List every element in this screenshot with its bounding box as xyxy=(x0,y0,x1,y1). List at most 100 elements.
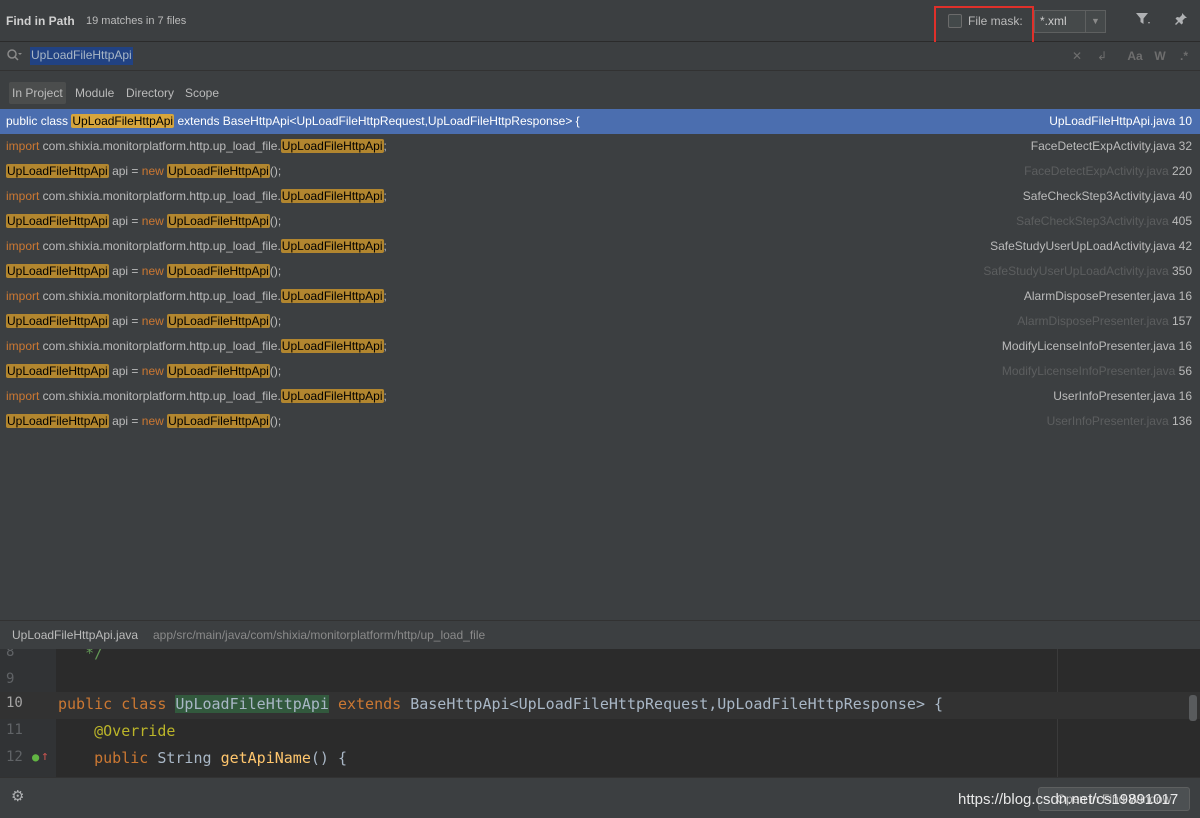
scrollbar-thumb[interactable] xyxy=(1189,695,1197,721)
code-prefix: com.shixia.monitorplatform.http.up_load_… xyxy=(39,289,281,303)
tab-directory[interactable]: Directory xyxy=(123,82,177,104)
code-text-part: BaseHttpApi<UpLoadFileHttpRequest,UpLoad… xyxy=(401,695,944,713)
result-file-name: SafeStudyUserUpLoadActivity.java xyxy=(983,264,1169,278)
tab-in-project[interactable]: In Project xyxy=(9,82,66,104)
result-code: import com.shixia.monitorplatform.http.u… xyxy=(6,189,387,203)
result-code: UpLoadFileHttpApi api = new UpLoadFileHt… xyxy=(6,164,281,178)
result-file-name: UserInfoPresenter.java xyxy=(1046,414,1169,428)
result-row[interactable]: import com.shixia.monitorplatform.http.u… xyxy=(0,234,1200,259)
match-case-toggle[interactable]: Aa xyxy=(1126,48,1144,64)
code-suffix: (); xyxy=(269,164,282,178)
result-code: UpLoadFileHttpApi api = new UpLoadFileHt… xyxy=(6,364,281,378)
results-list: public class UpLoadFileHttpApi extends B… xyxy=(0,109,1200,619)
result-row[interactable]: UpLoadFileHttpApi api = new UpLoadFileHt… xyxy=(0,209,1200,234)
result-row[interactable]: UpLoadFileHttpApi api = new UpLoadFileHt… xyxy=(0,359,1200,384)
result-line-number: 56 xyxy=(1178,364,1192,378)
code-prefix: com.shixia.monitorplatform.http.up_load_… xyxy=(39,389,281,403)
clear-icon[interactable]: ✕ xyxy=(1069,48,1085,64)
match-highlight: UpLoadFileHttpApi xyxy=(280,289,384,303)
line-number: 10 xyxy=(6,695,23,711)
result-code: import com.shixia.monitorplatform.http.u… xyxy=(6,389,387,403)
code-text-part xyxy=(58,749,94,767)
match-highlight: UpLoadFileHttpApi xyxy=(167,364,270,378)
result-row[interactable]: import com.shixia.monitorplatform.http.u… xyxy=(0,184,1200,209)
file-mask-value[interactable]: *.xml xyxy=(1040,14,1067,28)
preview-header: UpLoadFileHttpApi.java app/src/main/java… xyxy=(0,620,1200,649)
pin-icon[interactable] xyxy=(1171,12,1191,30)
code-prefix: com.shixia.monitorplatform.http.up_load_… xyxy=(39,189,281,203)
code-middle: api = xyxy=(108,264,142,278)
keyword-import: import xyxy=(6,189,40,203)
result-location: SafeCheckStep3Activity.java 40 xyxy=(1023,189,1192,203)
result-code: UpLoadFileHttpApi api = new UpLoadFileHt… xyxy=(6,214,281,228)
keyword-new: new xyxy=(141,214,164,228)
code-suffix: (); xyxy=(269,264,282,278)
code-suffix: ; xyxy=(383,289,387,303)
tab-module[interactable]: Module xyxy=(72,82,117,104)
match-highlight: UpLoadFileHttpApi xyxy=(6,414,109,428)
code-keyword: extends xyxy=(337,695,402,713)
file-mask-combo[interactable]: *.xml ▼ xyxy=(1034,10,1106,33)
dialog-title: Find in Path xyxy=(6,14,75,28)
filter-icon[interactable] xyxy=(1133,12,1153,30)
code-text-part xyxy=(112,695,121,713)
result-row[interactable]: UpLoadFileHttpApi api = new UpLoadFileHt… xyxy=(0,259,1200,284)
keyword-new: new xyxy=(141,414,164,428)
result-row[interactable]: UpLoadFileHttpApi api = new UpLoadFileHt… xyxy=(0,159,1200,184)
search-icon[interactable] xyxy=(6,48,22,64)
code-keyword: class xyxy=(121,695,167,713)
result-file-name: ModifyLicenseInfoPresenter.java xyxy=(1001,364,1176,378)
result-row[interactable]: import com.shixia.monitorplatform.http.u… xyxy=(0,334,1200,359)
code-method-name: getApiName xyxy=(220,749,311,767)
find-header: Find in Path 19 matches in 7 files File … xyxy=(0,0,1200,44)
tab-scope[interactable]: Scope xyxy=(182,82,222,104)
preview-file-path: app/src/main/java/com/shixia/monitorplat… xyxy=(153,628,486,642)
result-location: AlarmDisposePresenter.java 157 xyxy=(1017,314,1192,328)
keyword-import: import xyxy=(6,289,40,303)
code-suffix: (); xyxy=(269,364,282,378)
result-row[interactable]: import com.shixia.monitorplatform.http.u… xyxy=(0,134,1200,159)
code-prefix: com.shixia.monitorplatform.http.up_load_… xyxy=(39,239,281,253)
watermark: https://blog.csdn.net/cs19891017 xyxy=(958,791,1179,808)
code-suffix: (); xyxy=(269,314,282,328)
code-middle: api = xyxy=(108,214,142,228)
result-location: SafeStudyUserUpLoadActivity.java 42 xyxy=(990,239,1192,253)
override-arrow-icon[interactable]: ↑ xyxy=(41,749,49,764)
override-marker-icon[interactable]: ● xyxy=(32,750,39,764)
search-bar: UpLoadFileHttpApi ✕ ↲ Aa W .* xyxy=(0,42,1200,71)
whole-words-toggle[interactable]: W xyxy=(1152,48,1168,64)
code-text-part: () { xyxy=(310,749,347,767)
code-middle: api = xyxy=(108,314,142,328)
line-number: 8 xyxy=(6,649,15,660)
keyword-import: import xyxy=(6,339,40,353)
code-suffix: ; xyxy=(383,189,387,203)
result-line-number: 136 xyxy=(1171,414,1192,428)
code-text-part: String xyxy=(148,749,221,767)
result-line-number: 350 xyxy=(1171,264,1192,278)
preview-file-name: UpLoadFileHttpApi.java xyxy=(12,628,139,642)
keyword-new: new xyxy=(141,164,164,178)
result-location: UserInfoPresenter.java 136 xyxy=(1047,414,1192,428)
chevron-down-icon[interactable]: ▼ xyxy=(1085,11,1105,32)
file-mask-label[interactable]: File mask: xyxy=(968,14,1023,28)
code-preview[interactable]: 8 */ 9 10 public class UpLoadFileHttpApi… xyxy=(0,649,1200,777)
search-input[interactable]: UpLoadFileHttpApi xyxy=(30,47,133,65)
result-row[interactable]: UpLoadFileHttpApi api = new UpLoadFileHt… xyxy=(0,409,1200,434)
result-file-name: AlarmDisposePresenter.java xyxy=(1023,289,1176,303)
new-line-icon[interactable]: ↲ xyxy=(1094,48,1110,64)
result-code: import com.shixia.monitorplatform.http.u… xyxy=(6,139,387,153)
result-row[interactable]: UpLoadFileHttpApi api = new UpLoadFileHt… xyxy=(0,309,1200,334)
result-row[interactable]: import com.shixia.monitorplatform.http.u… xyxy=(0,284,1200,309)
result-row[interactable]: public class UpLoadFileHttpApi extends B… xyxy=(0,109,1200,134)
match-highlight: UpLoadFileHttpApi xyxy=(6,364,109,378)
result-file-name: UserInfoPresenter.java xyxy=(1053,389,1176,403)
file-mask-checkbox[interactable] xyxy=(948,14,962,28)
gear-icon[interactable]: ⚙ xyxy=(11,788,29,806)
result-row[interactable]: import com.shixia.monitorplatform.http.u… xyxy=(0,384,1200,409)
result-line-number: 157 xyxy=(1171,314,1192,328)
result-line-number: 405 xyxy=(1171,214,1192,228)
keyword-import: import xyxy=(6,139,40,153)
match-highlight: UpLoadFileHttpApi xyxy=(280,239,384,253)
match-count: 19 matches in 7 files xyxy=(86,15,187,27)
regex-toggle[interactable]: .* xyxy=(1176,48,1192,64)
